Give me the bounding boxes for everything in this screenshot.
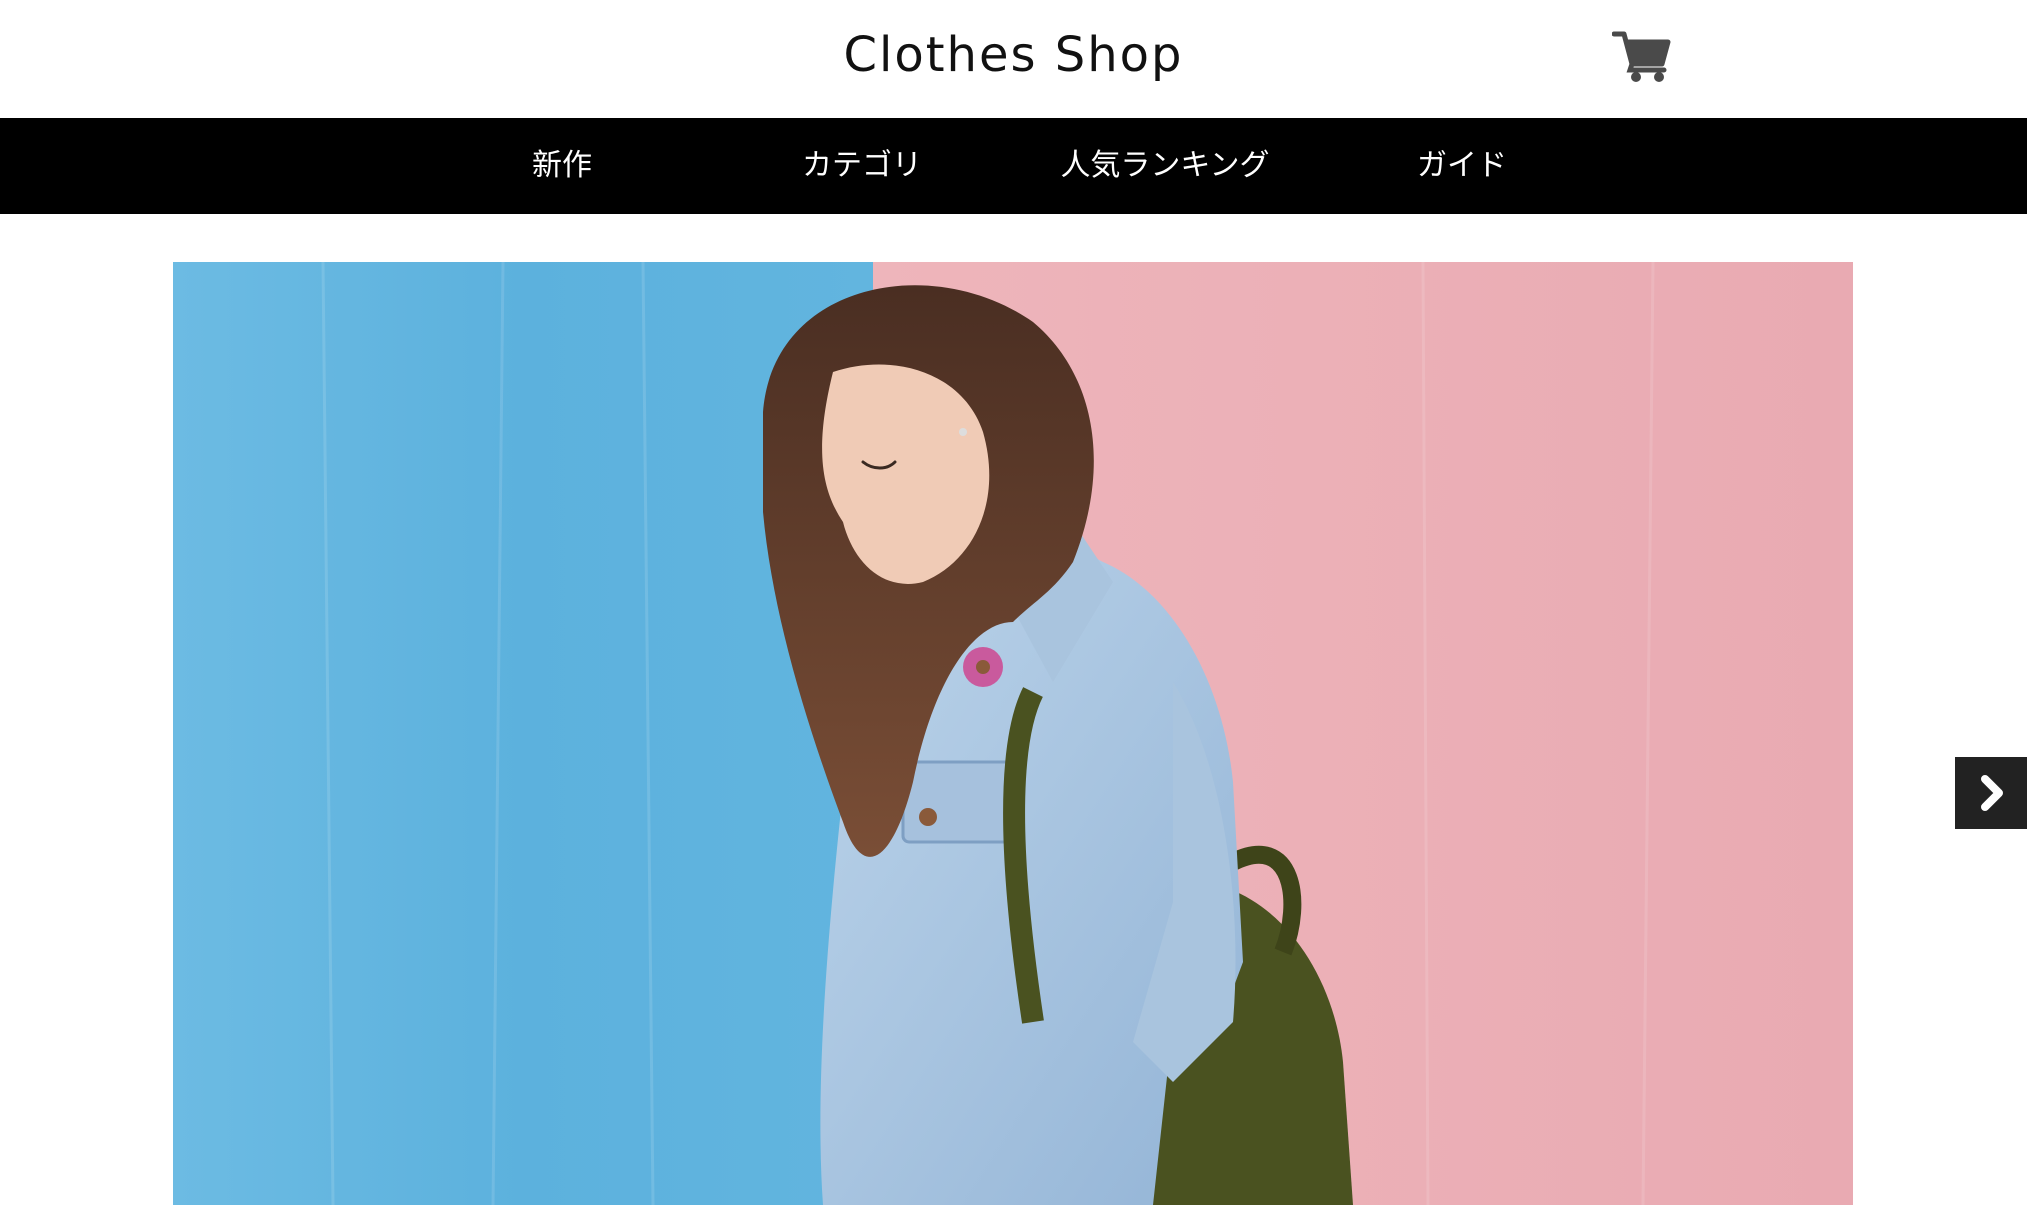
chevron-right-icon [1981, 775, 2003, 811]
site-title[interactable]: Clothes Shop [0, 24, 2027, 86]
hero-image [173, 262, 1853, 1205]
nav-item-guide[interactable]: ガイド [1372, 118, 1552, 214]
hero-photo [173, 262, 1853, 1205]
nav-item-new[interactable]: 新作 [472, 118, 652, 214]
shopping-cart-icon[interactable] [1611, 28, 1672, 84]
carousel-next-button[interactable] [1955, 757, 2027, 829]
nav-item-ranking[interactable]: 人気ランキング [1040, 118, 1290, 214]
nav-item-category[interactable]: カテゴリ [772, 118, 952, 214]
main-nav: 新作 カテゴリ 人気ランキング ガイド [0, 118, 2027, 214]
site-header: Clothes Shop [0, 0, 2027, 118]
